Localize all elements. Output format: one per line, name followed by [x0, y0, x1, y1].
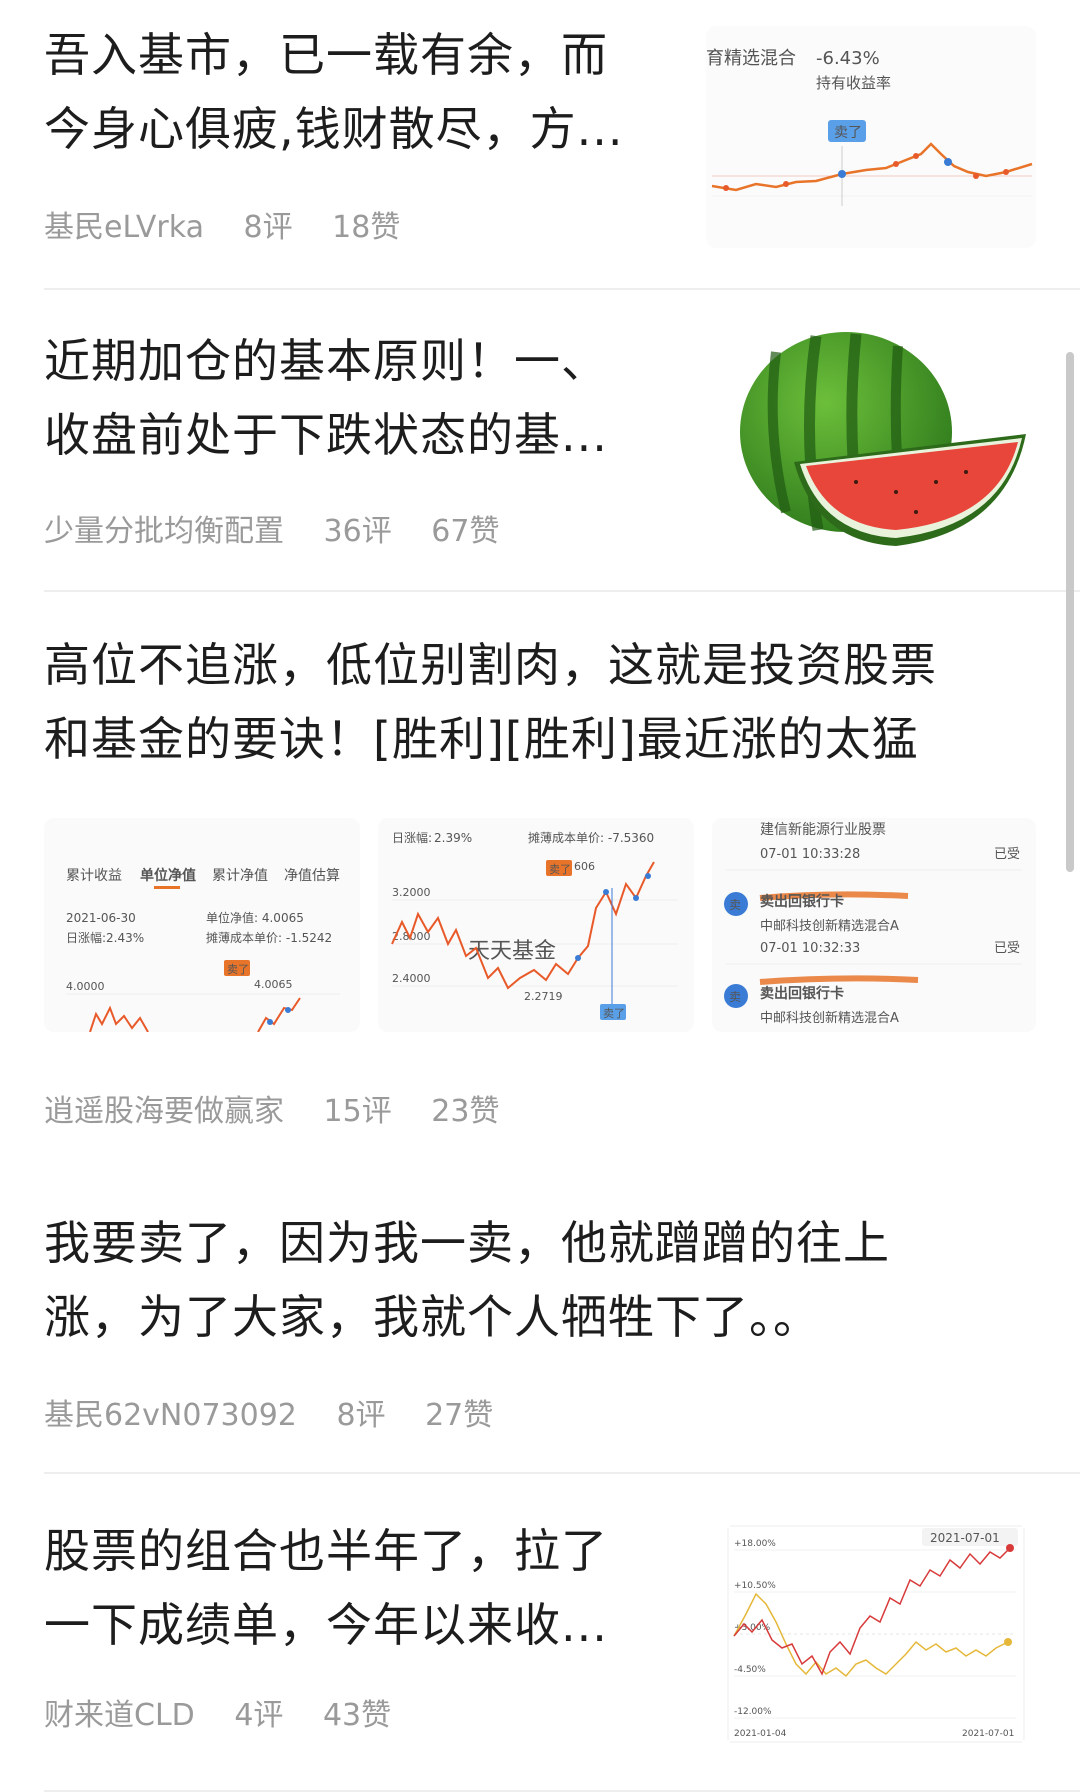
comment-count: 8评 [336, 1398, 386, 1433]
comment-count: 4评 [234, 1698, 284, 1733]
fund-name: 育精选混合 [706, 48, 796, 69]
post-author[interactable]: 财来道CLD [44, 1698, 195, 1733]
svg-text:2021-06-30: 2021-06-30 [66, 911, 136, 925]
return-label: 持有收益率 [816, 74, 891, 92]
svg-text:2.2719: 2.2719 [524, 990, 563, 1003]
post-thumbnail[interactable]: 2021-07-01 +18.00% +10.50% +3.00% -4.50%… [726, 1524, 1026, 1744]
svg-text:+18.00%: +18.00% [734, 1539, 776, 1549]
svg-text:606: 606 [574, 860, 595, 873]
svg-text:已受: 已受 [994, 847, 1020, 862]
like-count: 27赞 [425, 1398, 494, 1433]
svg-text:2021-07-01: 2021-07-01 [962, 1729, 1014, 1739]
post-author[interactable]: 少量分批均衡配置 [44, 514, 284, 549]
svg-text:中邮科技创新精选混合A: 中邮科技创新精选混合A [760, 1010, 899, 1026]
post-title[interactable]: 近期加仓的基本原则！一、 收盘前处于下跌状态的基... [44, 324, 608, 472]
svg-text:卖: 卖 [729, 898, 741, 912]
svg-text:累计收益: 累计收益 [66, 868, 122, 884]
svg-text:-4.50%: -4.50% [734, 1665, 766, 1675]
scrollbar[interactable] [1066, 352, 1074, 872]
post-title[interactable]: 我要卖了，因为我一卖，他就蹭蹭的往上 涨，为了大家，我就个人牺牲下了。。 [44, 1206, 890, 1354]
post-divider [44, 288, 1080, 290]
watermelon-icon [740, 332, 1026, 546]
svg-text:摊薄成本单价: -1.5242: 摊薄成本单价: -1.5242 [206, 930, 332, 945]
svg-text:07-01 10:33:28: 07-01 10:33:28 [760, 847, 860, 862]
post-meta: 基民eLVrka 8评 18赞 [44, 202, 430, 246]
svg-text:2.39%: 2.39% [434, 831, 472, 845]
post-meta: 财来道CLD 4评 43赞 [44, 1690, 421, 1734]
svg-text:卖: 卖 [729, 990, 741, 1004]
post-image[interactable]: 累计收益 单位净值 累计净值 净值估算 2021-06-30 单位净值: 4.0… [44, 818, 360, 1032]
post-author[interactable]: 基民62vN073092 [44, 1398, 297, 1433]
svg-text:-12.00%: -12.00% [734, 1707, 772, 1717]
post-author[interactable]: 基民eLVrka [44, 210, 204, 245]
svg-text:4.0000: 4.0000 [66, 980, 105, 993]
post-thumbnail[interactable] [706, 332, 1036, 550]
post-item[interactable]: 股票的组合也半年了，拉了 一下成绩单，今年以来收... 财来道CLD 4评 43… [0, 1474, 1080, 1792]
fund-nav-chart: 累计收益 单位净值 累计净值 净值估算 2021-06-30 单位净值: 4.0… [66, 867, 340, 1032]
post-item[interactable]: 高位不追涨，低位别割肉，这就是投资股票 和基金的要诀！[胜利][胜利]最近涨的太… [0, 594, 1080, 1134]
transaction-list: 建信新能源行业股票 07-01 10:33:28 已受 卖 卖出回银行卡 中邮科… [724, 822, 1022, 1026]
fund-price-chart: 日涨幅: 2.39% 摊薄成本单价: -7.5360 3.2000 2.8000… [391, 830, 678, 1020]
post-item[interactable]: 近期加仓的基本原则！一、 收盘前处于下跌状态的基... 少量分批均衡配置 36评… [0, 292, 1080, 592]
svg-text:卖了: 卖了 [227, 963, 249, 976]
svg-text:建信新能源行业股票: 建信新能源行业股票 [760, 822, 886, 838]
comment-count: 15评 [323, 1094, 392, 1129]
svg-text:3.2000: 3.2000 [392, 886, 431, 899]
post-meta: 基民62vN073092 8评 27赞 [44, 1390, 523, 1434]
post-item[interactable]: 我要卖了，因为我一卖，他就蹭蹭的往上 涨，为了大家，我就个人牺牲下了。。 基民6… [0, 1200, 1080, 1474]
post-thumbnail[interactable]: 育精选混合 -6.43% 持有收益率 卖了 [706, 26, 1036, 248]
post-item[interactable]: 吾入基市，已一载有余，而 今身心俱疲,钱财散尽，方... 基民eLVrka 8评… [0, 0, 1080, 290]
like-count: 43赞 [322, 1698, 392, 1733]
post-meta: 少量分批均衡配置 36评 67赞 [44, 506, 529, 550]
svg-text:已受: 已受 [994, 941, 1020, 956]
svg-text:2.4000: 2.4000 [392, 972, 431, 985]
svg-text:2.43%: 2.43% [106, 931, 144, 945]
like-count: 23赞 [431, 1094, 500, 1129]
like-count: 67赞 [431, 514, 500, 549]
svg-text:2021-01-04: 2021-01-04 [734, 1729, 787, 1739]
svg-text:07-01 10:32:33: 07-01 10:32:33 [760, 941, 860, 956]
svg-text:卖出回银行卡: 卖出回银行卡 [760, 985, 844, 1002]
svg-text:日涨幅:: 日涨幅: [66, 930, 106, 945]
comment-count: 8评 [243, 210, 293, 245]
svg-text:2021-07-01: 2021-07-01 [930, 1531, 1000, 1545]
svg-text:卖了: 卖了 [603, 1007, 625, 1020]
svg-text:+10.50%: +10.50% [734, 1581, 776, 1591]
svg-text:单位净值: 单位净值 [140, 867, 196, 884]
return-value: -6.43% [816, 48, 880, 69]
post-author[interactable]: 逍遥股海要做赢家 [44, 1094, 284, 1129]
fund-return-chart: 育精选混合 -6.43% 持有收益率 卖了 [706, 48, 1033, 206]
post-title[interactable]: 股票的组合也半年了，拉了 一下成绩单，今年以来收... [44, 1514, 608, 1662]
svg-text:摊薄成本单价: -7.5360: 摊薄成本单价: -7.5360 [528, 830, 654, 845]
post-image[interactable]: 建信新能源行业股票 07-01 10:33:28 已受 卖 卖出回银行卡 中邮科… [712, 818, 1036, 1032]
post-divider [44, 590, 1080, 592]
svg-text:日涨幅:: 日涨幅: [392, 830, 432, 845]
svg-text:卖出回银行卡: 卖出回银行卡 [760, 893, 844, 910]
svg-text:卖了: 卖了 [549, 863, 571, 876]
svg-text:累计净值: 累计净值 [212, 868, 268, 884]
post-image[interactable]: 日涨幅: 2.39% 摊薄成本单价: -7.5360 3.2000 2.8000… [378, 818, 694, 1032]
svg-text:中邮科技创新精选混合A: 中邮科技创新精选混合A [760, 918, 899, 934]
svg-text:单位净值: 4.0065: 单位净值: 4.0065 [206, 910, 304, 925]
sell-tag: 卖了 [834, 125, 862, 141]
svg-text:净值估算: 净值估算 [284, 868, 340, 884]
comment-count: 36评 [323, 514, 392, 549]
post-title[interactable]: 高位不追涨，低位别割肉，这就是投资股票 和基金的要诀！[胜利][胜利]最近涨的太… [44, 628, 937, 776]
post-meta: 逍遥股海要做赢家 15评 23赞 [44, 1086, 529, 1130]
portfolio-return-chart: 2021-07-01 +18.00% +10.50% +3.00% -4.50%… [727, 1525, 1025, 1743]
svg-text:4.0065: 4.0065 [254, 978, 293, 991]
like-count: 18赞 [332, 210, 401, 245]
post-title[interactable]: 吾入基市，已一载有余，而 今身心俱疲,钱财散尽，方... [44, 18, 624, 166]
